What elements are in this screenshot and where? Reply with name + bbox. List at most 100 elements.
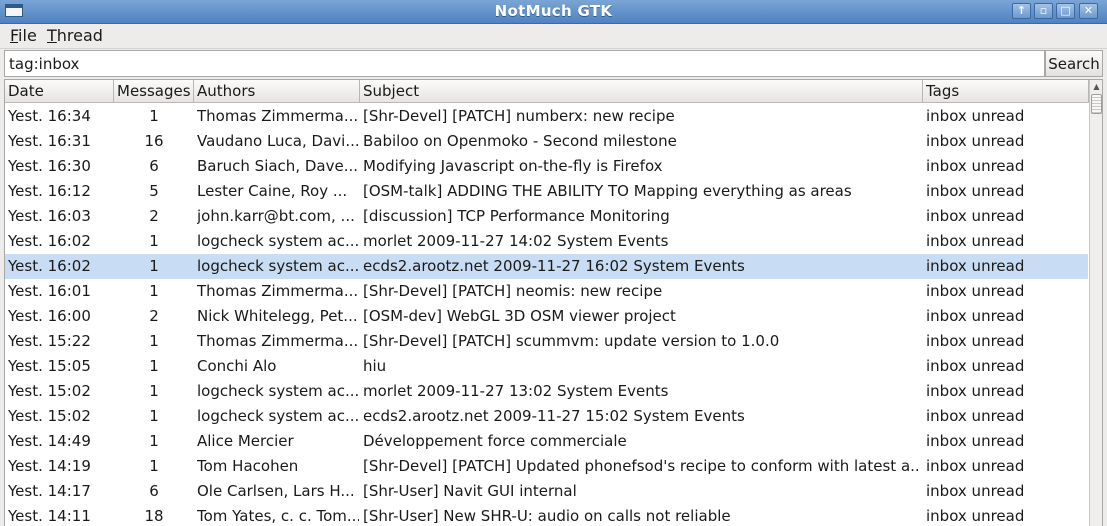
column-header-authors[interactable]: Authors <box>194 80 360 103</box>
thread-row[interactable]: Yest. 14:11 18 Tom Yates, c. c. Tom... [Shr… <box>5 504 1088 526</box>
thread-subject-cell: [Shr-Devel] [PATCH] scummvm: update vers… <box>363 332 780 350</box>
search-button[interactable]: Search <box>1045 50 1103 77</box>
vertical-scrollbar[interactable]: ▲ <box>1089 80 1102 526</box>
thread-subject-cell: ecds2.arootz.net 2009-11-27 15:02 System… <box>363 407 745 425</box>
thread-messages-cell: 18 <box>144 507 164 525</box>
thread-messages-cell: 16 <box>144 132 164 150</box>
thread-messages-cell: 6 <box>149 482 159 500</box>
thread-row[interactable]: Yest. 15:02 1 logcheck system ac... morlet … <box>5 379 1088 404</box>
thread-row[interactable]: Yest. 16:00 2 Nick Whitelegg, Pet... [OSM-d… <box>5 304 1088 329</box>
thread-tags-cell: inbox unread <box>926 482 1025 500</box>
scroll-thumb[interactable] <box>1091 94 1102 114</box>
thread-date-cell: Yest. 16:30 <box>8 157 91 175</box>
thread-tags-cell: inbox unread <box>926 107 1025 125</box>
thread-messages-cell: 1 <box>149 232 159 250</box>
thread-list[interactable]: Date Messages Authors Subject Tags Yest.… <box>4 79 1103 526</box>
column-header-subject[interactable]: Subject <box>360 80 923 103</box>
thread-authors-cell: Thomas Zimmerma... <box>197 107 359 125</box>
thread-tags-cell: inbox unread <box>926 332 1025 350</box>
thread-date-cell: Yest. 16:00 <box>8 307 91 325</box>
thread-subject-cell: hiu <box>363 357 387 375</box>
thread-subject-cell: [Shr-Devel] [PATCH] numberx: new recipe <box>363 107 675 125</box>
thread-row[interactable]: Yest. 16:02 1 logcheck system ac... morlet … <box>5 229 1088 254</box>
thread-tags-cell: inbox unread <box>926 132 1025 150</box>
thread-row[interactable]: Yest. 15:05 1 Conchi Alo hiu inbox unread <box>5 354 1088 379</box>
thread-authors-cell: Baruch Siach, Dave... <box>197 157 359 175</box>
thread-subject-cell: [Shr-Devel] [PATCH] neomis: new recipe <box>363 282 663 300</box>
thread-date-cell: Yest. 14:11 <box>8 507 91 525</box>
thread-authors-cell: logcheck system ac... <box>197 257 359 275</box>
menu-thread-label: hread <box>56 26 103 45</box>
title-bar[interactable]: NotMuch GTK ↑ ▫ □ ✕ <box>0 0 1107 24</box>
thread-subject-cell: [OSM-dev] WebGL 3D OSM viewer project <box>363 307 676 325</box>
thread-date-cell: Yest. 16:02 <box>8 257 91 275</box>
thread-authors-cell: Conchi Alo <box>197 357 277 375</box>
thread-tags-cell: inbox unread <box>926 232 1025 250</box>
thread-date-cell: Yest. 15:05 <box>8 357 91 375</box>
thread-subject-cell: morlet 2009-11-27 14:02 System Events <box>363 232 669 250</box>
thread-subject-cell: [Shr-User] New SHR-U: audio on calls not… <box>363 507 731 525</box>
thread-row[interactable]: Yest. 16:12 5 Lester Caine, Roy ... [OSM-ta… <box>5 179 1088 204</box>
thread-authors-cell: logcheck system ac... <box>197 232 359 250</box>
thread-authors-cell: Tom Hacohen <box>197 457 299 475</box>
thread-messages-cell: 2 <box>149 207 159 225</box>
column-header-tags[interactable]: Tags <box>923 80 1089 103</box>
maximize-button[interactable]: □ <box>1056 3 1075 19</box>
thread-authors-cell: Thomas Zimmerma... <box>197 282 359 300</box>
thread-messages-cell: 1 <box>149 457 159 475</box>
thread-date-cell: Yest. 16:03 <box>8 207 91 225</box>
minimize-button[interactable]: ▫ <box>1034 3 1053 19</box>
thread-subject-cell: [discussion] TCP Performance Monitoring <box>363 207 670 225</box>
thread-row[interactable]: Yest. 15:02 1 logcheck system ac... ecds2.a… <box>5 404 1088 429</box>
menu-file[interactable]: File <box>10 26 37 45</box>
thread-authors-cell: Nick Whitelegg, Pet... <box>197 307 358 325</box>
thread-date-cell: Yest. 16:31 <box>8 132 91 150</box>
shade-button[interactable]: ↑ <box>1012 3 1031 19</box>
column-header-messages[interactable]: Messages <box>114 80 194 103</box>
thread-messages-cell: 2 <box>149 307 159 325</box>
thread-row[interactable]: Yest. 15:22 1 Thomas Zimmerma... [Shr-Devel… <box>5 329 1088 354</box>
thread-row[interactable]: Yest. 16:34 1 Thomas Zimmerma... [Shr-Devel… <box>5 104 1088 129</box>
thread-row[interactable]: Yest. 16:30 6 Baruch Siach, Dave... Modifyi… <box>5 154 1088 179</box>
thread-subject-cell: morlet 2009-11-27 13:02 System Events <box>363 382 669 400</box>
thread-messages-cell: 1 <box>149 432 159 450</box>
thread-subject-cell: [Shr-User] Navit GUI internal <box>363 482 577 500</box>
thread-authors-cell: Thomas Zimmerma... <box>197 332 359 350</box>
thread-messages-cell: 1 <box>149 382 159 400</box>
thread-row[interactable]: Yest. 14:17 6 Ole Carlsen, Lars H... [Shr-U… <box>5 479 1088 504</box>
app-window: NotMuch GTK ↑ ▫ □ ✕ File Thread Search D… <box>0 0 1107 526</box>
close-button[interactable]: ✕ <box>1079 3 1098 19</box>
thread-authors-cell: Ole Carlsen, Lars H... <box>197 482 355 500</box>
thread-authors-cell: Vaudano Luca, Davi... <box>197 132 359 150</box>
thread-row[interactable]: Yest. 14:49 1 Alice Mercier Développement f… <box>5 429 1088 454</box>
thread-messages-cell: 6 <box>149 157 159 175</box>
thread-row[interactable]: Yest. 16:02 1 logcheck system ac... ecds2.a… <box>5 254 1088 279</box>
thread-row[interactable]: Yest. 14:19 1 Tom Hacohen [Shr-Devel] [PATC… <box>5 454 1088 479</box>
scroll-up-arrow-icon[interactable]: ▲ <box>1090 80 1102 94</box>
thread-authors-cell: logcheck system ac... <box>197 407 359 425</box>
thread-messages-cell: 1 <box>149 357 159 375</box>
thread-row[interactable]: Yest. 16:03 2 john.karr@bt.com, ... [discus… <box>5 204 1088 229</box>
column-header-date[interactable]: Date <box>5 80 114 103</box>
thread-row[interactable]: Yest. 16:01 1 Thomas Zimmerma... [Shr-Devel… <box>5 279 1088 304</box>
thread-tags-cell: inbox unread <box>926 157 1025 175</box>
search-input[interactable] <box>4 50 1045 77</box>
thread-tags-cell: inbox unread <box>926 182 1025 200</box>
thread-tags-cell: inbox unread <box>926 357 1025 375</box>
thread-tags-cell: inbox unread <box>926 507 1025 525</box>
column-header-row: Date Messages Authors Subject Tags <box>5 80 1089 104</box>
thread-messages-cell: 1 <box>149 332 159 350</box>
menu-thread[interactable]: Thread <box>47 26 103 45</box>
menu-thread-mnemonic: T <box>47 26 57 45</box>
thread-date-cell: Yest. 16:01 <box>8 282 91 300</box>
thread-messages-cell: 1 <box>149 107 159 125</box>
thread-authors-cell: john.karr@bt.com, ... <box>197 207 355 225</box>
thread-tags-cell: inbox unread <box>926 282 1025 300</box>
thread-authors-cell: Lester Caine, Roy ... <box>197 182 348 200</box>
thread-date-cell: Yest. 14:17 <box>8 482 91 500</box>
thread-messages-cell: 1 <box>149 407 159 425</box>
thread-messages-cell: 5 <box>149 182 159 200</box>
thread-date-cell: Yest. 15:02 <box>8 407 91 425</box>
menu-bar: File Thread <box>0 24 1107 49</box>
thread-row[interactable]: Yest. 16:31 16 Vaudano Luca, Davi... Babilo… <box>5 129 1088 154</box>
